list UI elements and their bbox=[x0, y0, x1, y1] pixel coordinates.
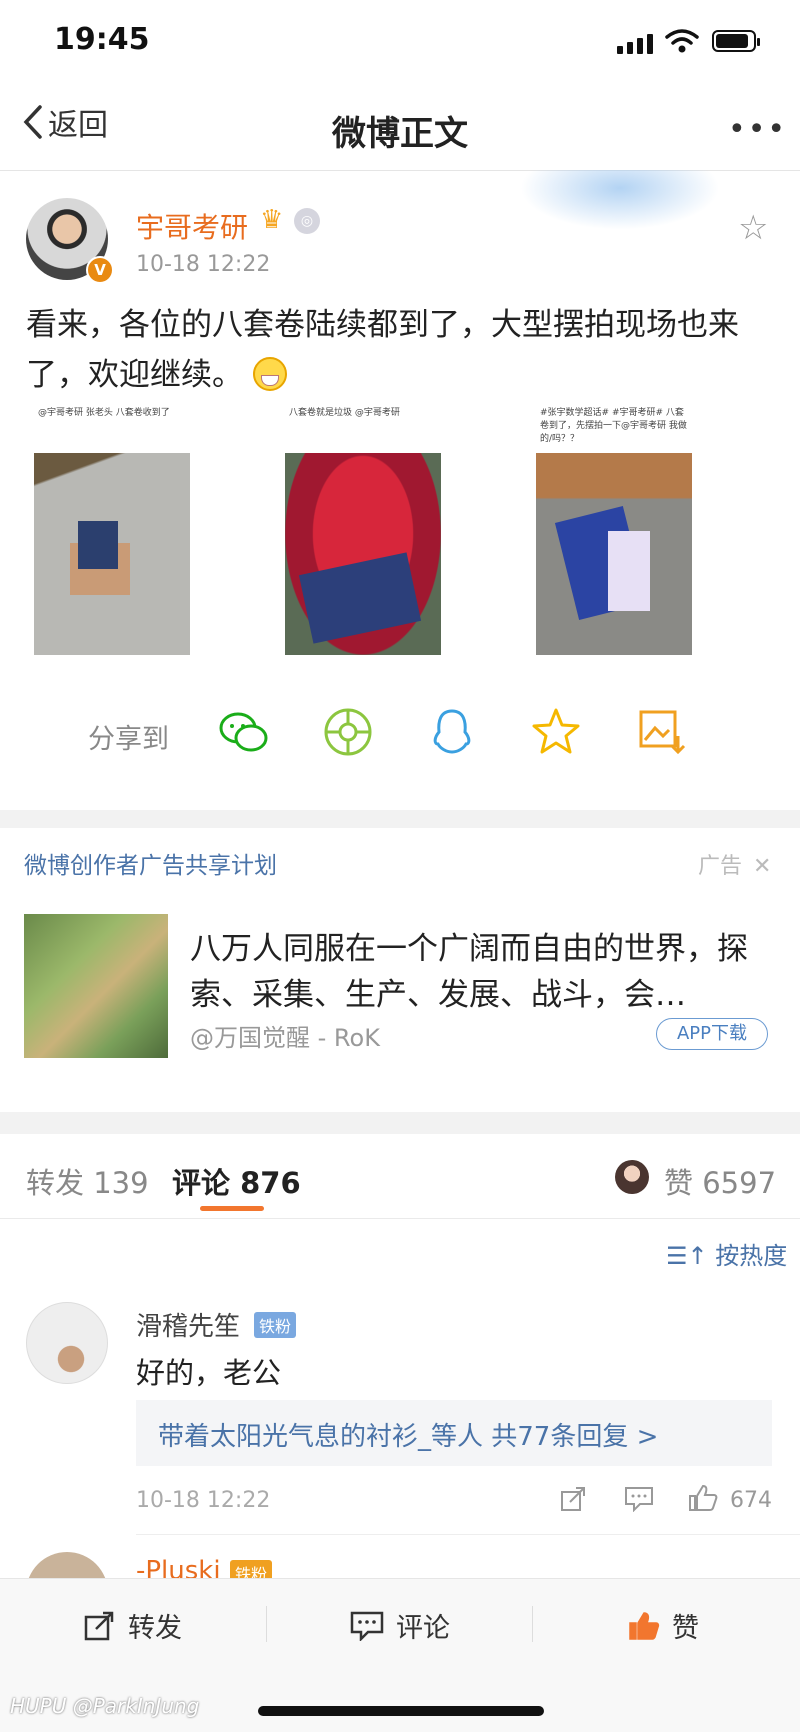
sort-button[interactable]: ☰↑ 按热度 bbox=[666, 1236, 787, 1271]
app-download-button[interactable]: APP下载 bbox=[656, 1018, 768, 1050]
image-photo bbox=[536, 453, 692, 655]
tab-count: 6597 bbox=[702, 1166, 777, 1200]
header-decoration bbox=[520, 170, 720, 230]
liker-avatar bbox=[615, 1160, 649, 1194]
tab-likes[interactable]: 赞 6597 bbox=[664, 1160, 776, 1202]
vip-crown-icon: ♛ bbox=[260, 205, 284, 235]
divider bbox=[266, 1606, 267, 1642]
post-image-1[interactable]: @宇哥考研 张老头 八套卷收到了 bbox=[34, 405, 190, 655]
close-icon[interactable]: ✕ bbox=[753, 854, 771, 879]
save-image-icon[interactable] bbox=[636, 706, 688, 758]
ad-text[interactable]: 八万人同服在一个广阔而自由的世界，探索、采集、生产、发展、战斗，会… bbox=[190, 926, 760, 1018]
tab-count: 876 bbox=[240, 1166, 301, 1200]
tab-reposts[interactable]: 转发 139 bbox=[26, 1160, 149, 1202]
qzone-icon[interactable] bbox=[530, 706, 582, 758]
commenter-avatar[interactable] bbox=[26, 1302, 108, 1384]
medal-icon: ◎ bbox=[294, 208, 320, 234]
moments-icon[interactable] bbox=[322, 706, 374, 758]
ad-tag-label: 广告 bbox=[698, 854, 743, 879]
favorite-star-icon[interactable]: ☆ bbox=[738, 208, 768, 248]
qq-icon[interactable] bbox=[426, 706, 478, 758]
divider bbox=[532, 1606, 533, 1642]
status-time: 19:45 bbox=[54, 22, 150, 57]
image-caption: 八套卷就是垃圾 @宇哥考研 bbox=[289, 408, 400, 418]
more-icon[interactable]: ••• bbox=[728, 112, 787, 147]
post-time: 10-18 12:22 bbox=[136, 252, 271, 277]
comment-like-count: 674 bbox=[730, 1488, 772, 1513]
repost-icon[interactable] bbox=[560, 1486, 588, 1512]
page-title: 微博正文 bbox=[332, 114, 468, 154]
ad-source: @万国觉醒 - RoK bbox=[190, 1024, 380, 1052]
repost-label: 转发 bbox=[128, 1613, 182, 1644]
comment-separator bbox=[136, 1534, 800, 1535]
image-caption: @宇哥考研 张老头 八套卷收到了 bbox=[38, 408, 170, 418]
battery-icon bbox=[712, 30, 760, 52]
repost-icon bbox=[84, 1611, 114, 1640]
tab-label: 转发 bbox=[26, 1166, 85, 1200]
post-text-content: 看来，各位的八套卷陆续都到了，大型摆拍现场也来了，欢迎继续。 bbox=[26, 307, 739, 393]
author-name[interactable]: 宇哥考研 bbox=[136, 206, 248, 246]
watermark: HUPU @ParkInJung bbox=[10, 1694, 200, 1718]
tab-label: 赞 bbox=[664, 1166, 694, 1200]
post-image-3[interactable]: #张宇数学超话# #宇哥考研# 八套卷到了，先摆拍一下@宇哥考研 我做的/吗？？ bbox=[536, 405, 692, 655]
image-caption: #张宇数学超话# #宇哥考研# 八套卷到了，先摆拍一下@宇哥考研 我做的/吗？？ bbox=[540, 408, 687, 444]
wechat-icon[interactable] bbox=[218, 706, 270, 758]
post-text: 看来，各位的八套卷陆续都到了，大型摆拍现场也来了，欢迎继续。 bbox=[26, 300, 776, 400]
sort-icon: ☰↑ bbox=[666, 1242, 708, 1270]
comment-button[interactable]: 评论 bbox=[350, 1606, 450, 1645]
fan-badge: 铁粉 bbox=[254, 1312, 297, 1338]
comment-text: 好的，老公 bbox=[136, 1356, 282, 1390]
tab-comments[interactable]: 评论 876 bbox=[172, 1160, 301, 1202]
like-icon bbox=[629, 1611, 660, 1640]
image-photo bbox=[34, 453, 190, 655]
post-image-2[interactable]: 八套卷就是垃圾 @宇哥考研 bbox=[285, 405, 441, 655]
image-photo bbox=[285, 453, 441, 655]
replies-link[interactable]: 带着太阳光气息的衬衫_等人 共77条回复 > bbox=[158, 1416, 658, 1453]
ad-header[interactable]: 微博创作者广告共享计划 bbox=[24, 846, 277, 880]
comment-time: 10-18 12:22 bbox=[136, 1488, 271, 1513]
like-label: 赞 bbox=[672, 1613, 699, 1644]
tab-label: 评论 bbox=[172, 1166, 231, 1200]
like-icon[interactable] bbox=[688, 1484, 718, 1512]
comment-icon bbox=[350, 1611, 384, 1641]
repost-button[interactable]: 转发 bbox=[84, 1606, 182, 1645]
tab-count: 139 bbox=[93, 1166, 149, 1200]
wifi-icon bbox=[665, 29, 699, 53]
active-tab-indicator bbox=[200, 1206, 264, 1211]
commenter-name[interactable]: 滑稽先笙 bbox=[136, 1306, 240, 1343]
home-indicator[interactable] bbox=[258, 1706, 544, 1716]
ad-image[interactable] bbox=[24, 914, 168, 1058]
share-label: 分享到 bbox=[88, 724, 169, 755]
sort-label: 按热度 bbox=[715, 1242, 788, 1270]
comment-icon[interactable] bbox=[624, 1486, 654, 1512]
section-divider bbox=[0, 810, 800, 828]
comment-label: 评论 bbox=[396, 1613, 450, 1644]
section-divider bbox=[0, 1112, 800, 1134]
cellular-signal-icon bbox=[617, 32, 653, 54]
verified-badge-icon: V bbox=[86, 256, 114, 284]
like-button[interactable]: 赞 bbox=[628, 1606, 699, 1645]
grin-emoji-icon bbox=[252, 357, 287, 391]
ad-tag[interactable]: 广告 ✕ bbox=[698, 848, 771, 880]
